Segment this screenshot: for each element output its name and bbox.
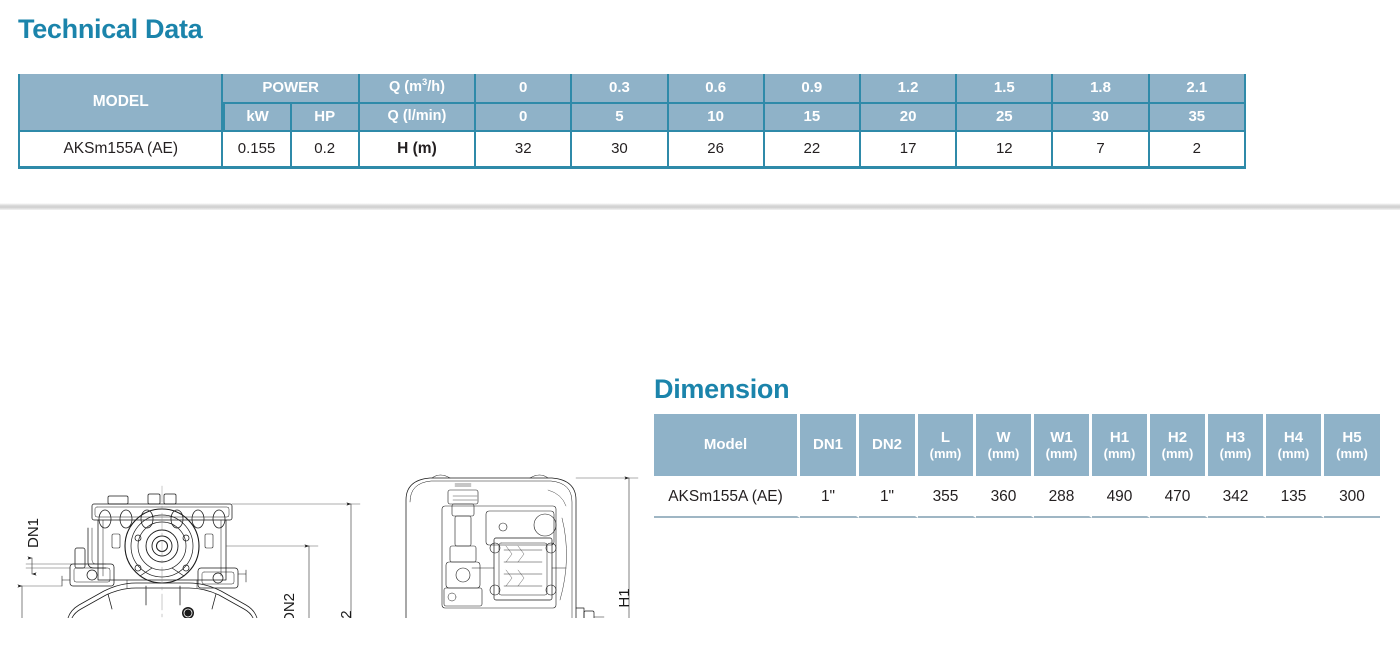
flow-m3h-value: 1.8 — [1053, 74, 1150, 102]
dimension-table: Model DN1 DN2 L (mm) W (mm) W1 (mm) H1 (mm) … — [654, 414, 1380, 518]
header-dim-w1: W1 (mm) — [1034, 414, 1092, 476]
page-title-technical-data: Technical Data — [18, 14, 203, 44]
flow-m3h-value: 0.9 — [764, 74, 861, 102]
header-q-lmin: Q (l/min) — [359, 102, 477, 130]
header-q-m3h-text: Q (m — [388, 79, 422, 96]
header-dim-w-label: W — [996, 428, 1011, 446]
header-dim-l-label: L — [940, 428, 951, 446]
flow-m3h-value: 2.1 — [1149, 74, 1246, 102]
header-dim-w1-unit: (mm) — [1045, 445, 1078, 461]
header-dim-h4-label: H4 — [1283, 428, 1304, 446]
header-dim-w: W (mm) — [976, 414, 1034, 476]
technical-drawings: DN1 H5 DN2 H4 H3 H2 W1 W H1 L — [0, 228, 660, 618]
front-view-drawing — [61, 485, 258, 618]
cell-dim-h5: 300 — [1324, 476, 1380, 518]
header-dim-h4-unit: (mm) — [1277, 445, 1310, 461]
cell-dim-h4: 135 — [1266, 476, 1324, 518]
side-view-drawing — [405, 474, 605, 618]
cell-dim-model: AKSm155A (AE) — [654, 476, 800, 518]
header-power: POWER — [223, 74, 360, 102]
header-dim-h5-unit: (mm) — [1336, 445, 1368, 461]
header-dim-h5-label: H5 — [1342, 428, 1362, 446]
flow-m3h-value: 0 — [476, 74, 573, 102]
dimension-header-row: Model DN1 DN2 L (mm) W (mm) W1 (mm) H1 (mm) … — [654, 414, 1380, 476]
technical-data-header-row-1: MODEL POWER Q (m3/h) 0 0.3 0.6 0.9 1.2 1… — [18, 74, 1246, 130]
header-dim-h5: H5 (mm) — [1324, 414, 1380, 476]
header-kw: kW — [223, 102, 292, 130]
cell-head-value: 2 — [1149, 130, 1246, 169]
cell-dim-dn1: 1" — [800, 476, 859, 518]
label-h1: H1 — [616, 588, 633, 607]
flow-lmin-value: 10 — [668, 102, 765, 130]
label-dn1: DN1 — [25, 518, 42, 548]
header-dim-dn2: DN2 — [859, 414, 918, 476]
table-row: AKSm155A (AE) 0.155 0.2 H (m) 32 30 26 2… — [18, 130, 1246, 169]
cell-head-value: 12 — [957, 130, 1054, 169]
header-dim-l-unit: (mm) — [929, 445, 962, 461]
header-dim-h3-label: H3 — [1225, 428, 1246, 446]
cell-head-value: 7 — [1053, 130, 1150, 169]
flow-lmin-value: 25 — [957, 102, 1054, 130]
cell-model: AKSm155A (AE) — [18, 130, 224, 169]
pump-drawings-svg: DN1 H5 DN2 H4 H3 H2 W1 W H1 L — [17, 474, 639, 618]
header-dim-h1-label: H1 — [1109, 428, 1130, 446]
flow-lmin-value: 5 — [572, 102, 669, 130]
flow-m3h-value: 0.6 — [668, 74, 765, 102]
flow-m3h-value: 1.5 — [957, 74, 1054, 102]
front-view-dimension-lines — [17, 502, 361, 618]
cell-head-value: 30 — [572, 130, 669, 169]
flow-m3h-value: 0.3 — [572, 74, 669, 102]
page-title-dimension: Dimension — [654, 374, 790, 404]
header-model: MODEL — [18, 74, 224, 130]
cell-head-value: 26 — [668, 130, 765, 169]
cell-head-value: 17 — [860, 130, 958, 169]
header-hp: HP — [291, 102, 360, 130]
flow-lmin-value: 15 — [764, 102, 861, 130]
label-dn2: DN2 — [281, 593, 298, 618]
header-dim-h2-unit: (mm) — [1161, 445, 1194, 461]
section-divider — [0, 203, 1400, 210]
label-h2: H2 — [338, 610, 355, 618]
cell-hp: 0.2 — [291, 130, 360, 169]
flow-lmin-value: 35 — [1149, 102, 1246, 130]
header-q-m3h-tail: /h) — [427, 79, 445, 96]
cell-head-value: 32 — [476, 130, 573, 169]
header-dim-w1-label: W1 — [1050, 428, 1073, 446]
header-dim-dn1: DN1 — [800, 414, 859, 476]
flow-lmin-value: 0 — [476, 102, 573, 130]
header-dim-h1: H1 (mm) — [1092, 414, 1150, 476]
cell-dim-dn2: 1" — [859, 476, 918, 518]
flow-m3h-value: 1.2 — [860, 74, 958, 102]
header-dim-h3-unit: (mm) — [1219, 445, 1252, 461]
header-dim-w-unit: (mm) — [987, 445, 1020, 461]
cell-head-label: H (m) — [359, 130, 477, 169]
header-dim-h1-unit: (mm) — [1103, 445, 1136, 461]
header-dim-h2: H2 (mm) — [1150, 414, 1208, 476]
header-dim-h2-label: H2 — [1167, 428, 1188, 446]
flow-lmin-value: 30 — [1053, 102, 1150, 130]
side-view-dimension-lines — [575, 476, 639, 618]
cell-dim-h1: 490 — [1092, 476, 1150, 518]
header-dim-h4: H4 (mm) — [1266, 414, 1324, 476]
header-dim-model: Model — [654, 414, 800, 476]
cell-dim-h3: 342 — [1208, 476, 1266, 518]
cell-kw: 0.155 — [223, 130, 292, 169]
cell-head-value: 22 — [764, 130, 861, 169]
header-dim-l: L (mm) — [918, 414, 976, 476]
cell-dim-w: 360 — [976, 476, 1034, 518]
flow-lmin-value: 20 — [860, 102, 958, 130]
cell-dim-h2: 470 — [1150, 476, 1208, 518]
header-q-m3h: Q (m3/h) — [359, 74, 477, 102]
table-row: AKSm155A (AE) 1" 1" 355 360 288 490 470 … — [654, 476, 1380, 518]
cell-dim-w1: 288 — [1034, 476, 1092, 518]
cell-dim-l: 355 — [918, 476, 976, 518]
header-dim-h3: H3 (mm) — [1208, 414, 1266, 476]
technical-data-table: MODEL POWER Q (m3/h) 0 0.3 0.6 0.9 1.2 1… — [18, 74, 1246, 169]
